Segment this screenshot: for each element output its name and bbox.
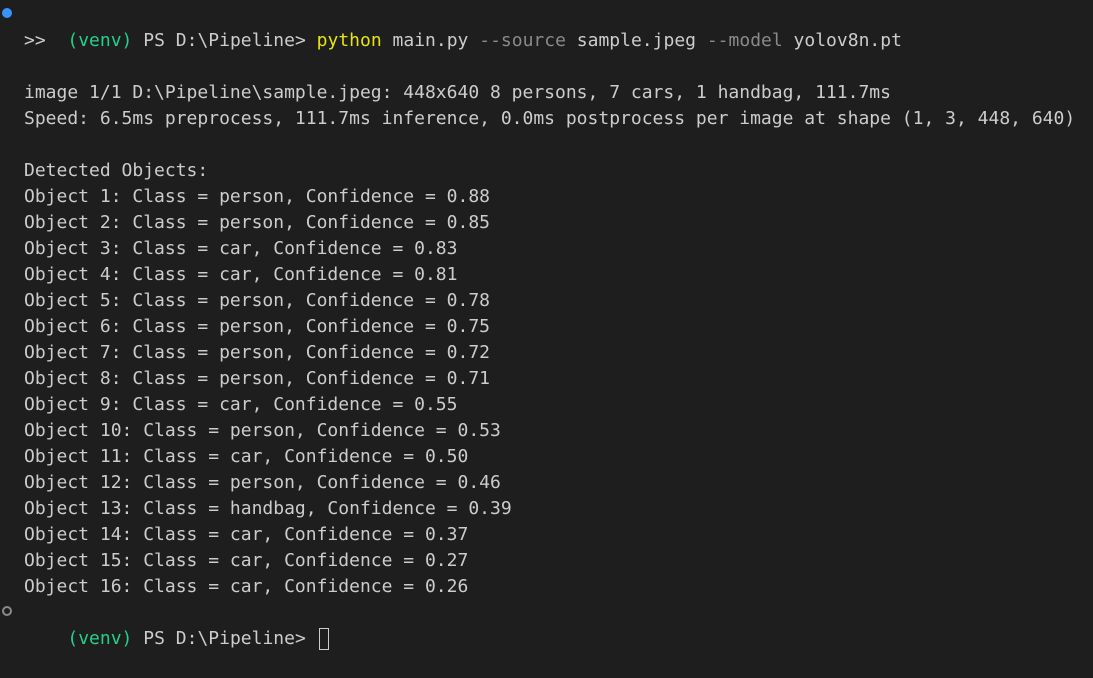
object-line: Object 13: Class = handbag, Confidence =… [24,498,512,519]
object-line: Object 15: Class = car, Confidence = 0.2… [24,550,469,571]
object-line: Object 8: Class = person, Confidence = 0… [24,368,490,389]
object-line: Object 16: Class = car, Confidence = 0.2… [24,576,469,597]
object-line: Object 9: Class = car, Confidence = 0.55 [24,394,458,415]
terminal-panel[interactable]: (venv) PS D:\Pipeline> python main.py --… [0,2,1093,650]
object-line: Object 3: Class = car, Confidence = 0.83 [24,238,458,259]
continuation-prompt: >> [24,30,46,51]
command-success-decoration-icon[interactable] [2,8,12,18]
prompt-path: D:\Pipeline> [175,628,306,649]
object-line: Object 6: Class = person, Confidence = 0… [24,316,490,337]
output-speed-line: Speed: 6.5ms preprocess, 111.7ms inferen… [24,108,1076,129]
command-line: (venv) PS D:\Pipeline> python main.py --… [0,2,1093,51]
object-line: Object 1: Class = person, Confidence = 0… [24,186,490,207]
object-line: Object 2: Class = person, Confidence = 0… [24,212,490,233]
venv-label: (venv) [67,628,133,649]
object-line: Object 14: Class = car, Confidence = 0.3… [24,524,469,545]
prompt-ps: PS [143,628,165,649]
object-line: Object 5: Class = person, Confidence = 0… [24,290,490,311]
object-line: Object 7: Class = person, Confidence = 0… [24,342,490,363]
output-image-line: image 1/1 D:\Pipeline\sample.jpeg: 448x6… [24,82,891,103]
command-pending-decoration-icon[interactable] [2,606,12,616]
detected-objects-header: Detected Objects: [24,160,209,181]
object-line: Object 11: Class = car, Confidence = 0.5… [24,446,469,467]
object-line: Object 10: Class = person, Confidence = … [24,420,501,441]
continuation-line: >> [0,28,1093,54]
object-line: Object 12: Class = person, Confidence = … [24,472,501,493]
text-cursor[interactable] [318,628,329,650]
current-prompt-line[interactable]: (venv) PS D:\Pipeline> [0,600,1093,650]
object-line: Object 4: Class = car, Confidence = 0.81 [24,264,458,285]
